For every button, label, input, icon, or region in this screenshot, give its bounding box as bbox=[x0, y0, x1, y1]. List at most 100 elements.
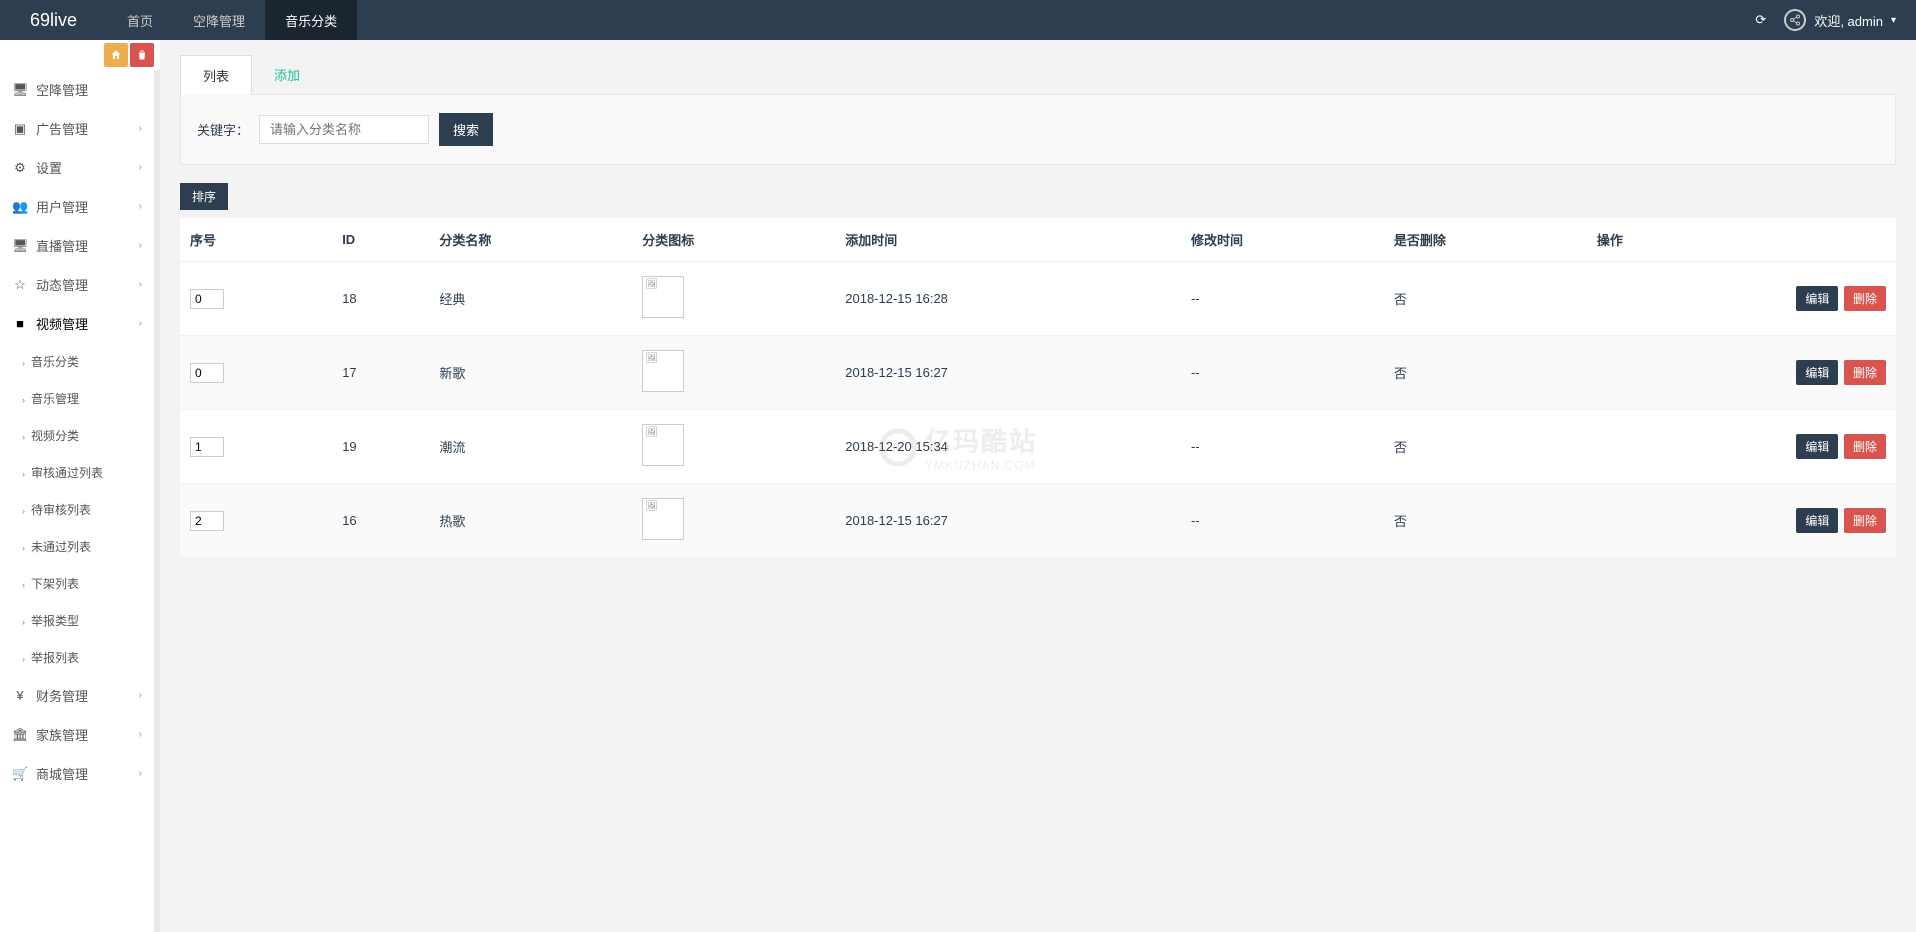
topnav-item-airdrop[interactable]: 空降管理 bbox=[173, 0, 265, 40]
sidebar-item-icon: 🖥 bbox=[12, 82, 28, 98]
cell-id: 17 bbox=[332, 336, 429, 410]
cell-add-time: 2018-12-20 15:34 bbox=[835, 410, 1181, 484]
user-menu[interactable]: 欢迎, admin ▾ bbox=[1784, 9, 1896, 31]
cell-add-time: 2018-12-15 16:28 bbox=[835, 262, 1181, 336]
delete-button[interactable]: 删除 bbox=[1844, 360, 1886, 385]
cell-id: 18 bbox=[332, 262, 429, 336]
cell-actions: 编辑 删除 bbox=[1587, 336, 1896, 410]
tab-add[interactable]: 添加 bbox=[252, 55, 322, 95]
sidebar-subitem[interactable]: ›未通过列表 bbox=[0, 528, 154, 565]
cell-name: 经典 bbox=[429, 262, 632, 336]
chevron-right-icon: › bbox=[22, 654, 25, 664]
cell-icon bbox=[632, 484, 835, 558]
edit-button[interactable]: 编辑 bbox=[1796, 360, 1838, 385]
cell-actions: 编辑 删除 bbox=[1587, 484, 1896, 558]
sidebar-item-label: 设置 bbox=[36, 158, 62, 177]
chevron-right-icon: › bbox=[22, 580, 25, 590]
sidebar-subitem[interactable]: ›音乐管理 bbox=[0, 380, 154, 417]
edit-button[interactable]: 编辑 bbox=[1796, 434, 1838, 459]
cell-name: 新歌 bbox=[429, 336, 632, 410]
order-input[interactable] bbox=[190, 363, 224, 383]
sidebar-subitem[interactable]: ›下架列表 bbox=[0, 565, 154, 602]
chevron-right-icon: › bbox=[22, 543, 25, 553]
sidebar-item[interactable]: ▣ 广告管理› bbox=[0, 109, 154, 148]
cell-mod-time: -- bbox=[1181, 262, 1384, 336]
topnav-item-music-category[interactable]: 音乐分类 bbox=[265, 0, 357, 40]
edit-button[interactable]: 编辑 bbox=[1796, 286, 1838, 311]
sidebar-item[interactable]: ■ 视频管理› bbox=[0, 304, 154, 343]
sidebar-wrap: 🖥 空降管理▣ 广告管理›⚙ 设置›👥 用户管理›🖥 直播管理›☆ 动态管理›■… bbox=[0, 40, 160, 932]
delete-button[interactable]: 删除 bbox=[1844, 434, 1886, 459]
search-input[interactable] bbox=[259, 115, 429, 144]
sidebar-item[interactable]: 🛒 商城管理› bbox=[0, 754, 154, 793]
sidebar-item-icon: ☆ bbox=[12, 277, 28, 293]
user-welcome: 欢迎, admin bbox=[1814, 11, 1883, 30]
sidebar-item-icon: ■ bbox=[12, 316, 28, 331]
sidebar-item-icon: 🛒 bbox=[12, 766, 28, 782]
cell-icon bbox=[632, 336, 835, 410]
sidebar-item[interactable]: ☆ 动态管理› bbox=[0, 265, 154, 304]
th-name: 分类名称 bbox=[429, 218, 632, 262]
sidebar-subitem[interactable]: ›审核通过列表 bbox=[0, 454, 154, 491]
home-button[interactable] bbox=[104, 43, 128, 67]
cell-deleted: 否 bbox=[1384, 484, 1587, 558]
sort-button[interactable]: 排序 bbox=[180, 183, 228, 210]
sidebar-item[interactable]: 🏛 家族管理› bbox=[0, 715, 154, 754]
chevron-right-icon: › bbox=[139, 690, 142, 701]
search-button[interactable]: 搜索 bbox=[439, 113, 493, 146]
sidebar-item[interactable]: ¥ 财务管理› bbox=[0, 676, 154, 715]
brand: 69live bbox=[0, 10, 107, 31]
sidebar-item-icon: ▣ bbox=[12, 121, 28, 137]
chevron-right-icon: › bbox=[139, 123, 142, 134]
sidebar-subitem[interactable]: ›音乐分类 bbox=[0, 343, 154, 380]
sidebar-subitem[interactable]: ›待审核列表 bbox=[0, 491, 154, 528]
sidebar-item-label: 财务管理 bbox=[36, 686, 88, 705]
chevron-right-icon: › bbox=[139, 729, 142, 740]
cell-mod-time: -- bbox=[1181, 484, 1384, 558]
delete-button[interactable]: 删除 bbox=[1844, 286, 1886, 311]
order-input[interactable] bbox=[190, 511, 224, 531]
chevron-right-icon: › bbox=[139, 318, 142, 329]
sidebar-item-icon: 👥 bbox=[12, 199, 28, 215]
sidebar-item[interactable]: ⚙ 设置 › bbox=[0, 148, 154, 187]
cell-actions: 编辑 删除 bbox=[1587, 262, 1896, 336]
order-input[interactable] bbox=[190, 437, 224, 457]
chevron-right-icon: › bbox=[139, 768, 142, 779]
th-mod-time: 修改时间 bbox=[1181, 218, 1384, 262]
chevron-right-icon: › bbox=[139, 162, 142, 173]
sidebar-item-label: 用户管理 bbox=[36, 197, 88, 216]
cell-name: 热歌 bbox=[429, 484, 632, 558]
cell-deleted: 否 bbox=[1384, 410, 1587, 484]
th-icon: 分类图标 bbox=[632, 218, 835, 262]
tab-list[interactable]: 列表 bbox=[180, 55, 252, 95]
chevron-right-icon: › bbox=[22, 395, 25, 405]
sidebar-item-label: 直播管理 bbox=[36, 236, 88, 255]
refresh-icon[interactable]: ⟳ bbox=[1755, 12, 1766, 28]
sidebar-item[interactable]: 🖥 直播管理› bbox=[0, 226, 154, 265]
chevron-right-icon: › bbox=[139, 201, 142, 212]
sidebar-subitem[interactable]: ›举报列表 bbox=[0, 639, 154, 676]
th-id: ID bbox=[332, 218, 429, 262]
broken-image-icon bbox=[642, 276, 684, 318]
topnav-item-home[interactable]: 首页 bbox=[107, 0, 173, 40]
sidebar: 🖥 空降管理▣ 广告管理›⚙ 设置›👥 用户管理›🖥 直播管理›☆ 动态管理›■… bbox=[0, 70, 160, 932]
trash-button[interactable] bbox=[130, 43, 154, 67]
cell-icon bbox=[632, 262, 835, 336]
edit-button[interactable]: 编辑 bbox=[1796, 508, 1838, 533]
share-icon bbox=[1784, 9, 1806, 31]
order-input[interactable] bbox=[190, 289, 224, 309]
th-order: 序号 bbox=[180, 218, 332, 262]
sidebar-item-icon: ⚙ bbox=[12, 160, 28, 176]
chevron-right-icon: › bbox=[139, 279, 142, 290]
broken-image-icon bbox=[642, 424, 684, 466]
cell-deleted: 否 bbox=[1384, 262, 1587, 336]
delete-button[interactable]: 删除 bbox=[1844, 508, 1886, 533]
cell-add-time: 2018-12-15 16:27 bbox=[835, 336, 1181, 410]
chevron-right-icon: › bbox=[22, 506, 25, 516]
sidebar-item[interactable]: 👥 用户管理 › bbox=[0, 187, 154, 226]
table-row: 16 热歌 2018-12-15 16:27 -- 否 编辑 删除 bbox=[180, 484, 1896, 558]
sidebar-item[interactable]: 🖥 空降管理 bbox=[0, 70, 154, 109]
sidebar-subitem[interactable]: ›举报类型 bbox=[0, 602, 154, 639]
table-row: 17 新歌 2018-12-15 16:27 -- 否 编辑 删除 bbox=[180, 336, 1896, 410]
sidebar-subitem[interactable]: ›视频分类 bbox=[0, 417, 154, 454]
